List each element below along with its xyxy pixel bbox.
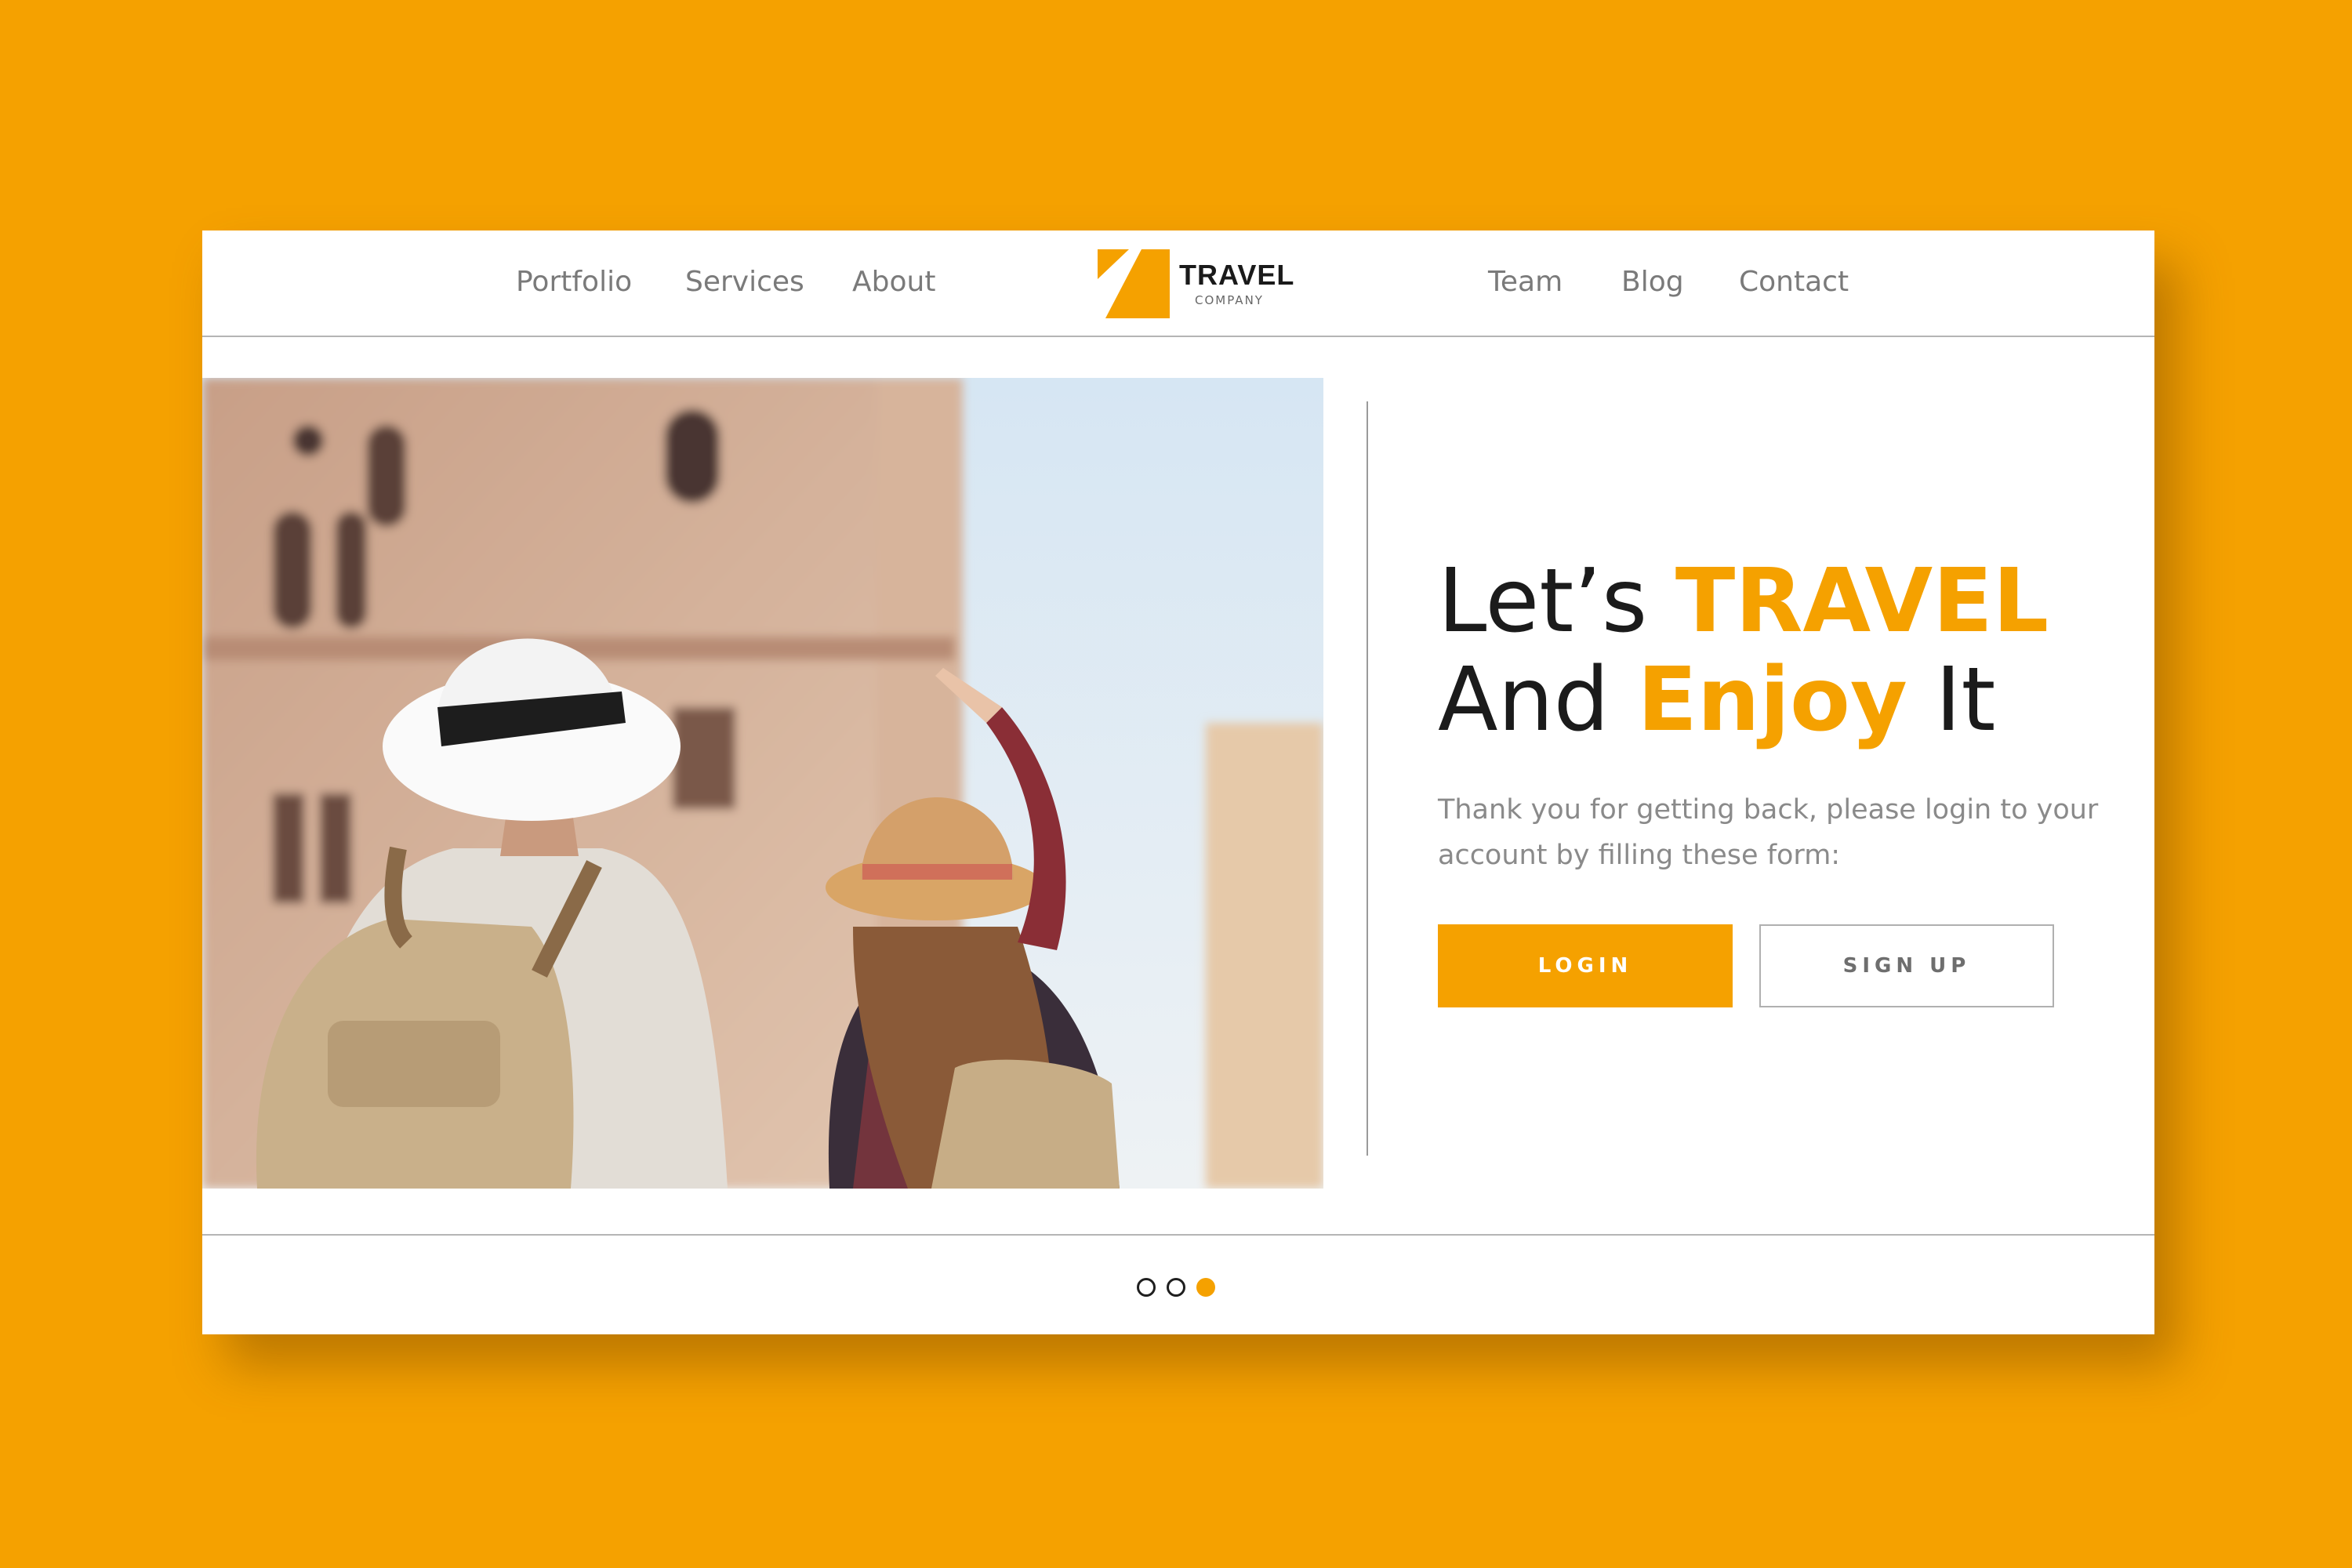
nav-item-team[interactable]: Team bbox=[1488, 265, 1563, 299]
footer-divider bbox=[202, 1234, 2154, 1236]
headline-word-it: It bbox=[1935, 649, 1996, 751]
pagination-dot-3-active[interactable] bbox=[1196, 1278, 1215, 1297]
vertical-divider bbox=[1367, 401, 1368, 1156]
headline-word-enjoy: Enjoy bbox=[1637, 649, 1907, 751]
headline-word-lets: Let’s bbox=[1438, 550, 1648, 652]
pagination-dot-1[interactable] bbox=[1137, 1278, 1156, 1297]
nav-item-blog[interactable]: Blog bbox=[1621, 265, 1684, 299]
logo-title: TRAVEL bbox=[1179, 259, 1295, 291]
nav-item-contact[interactable]: Contact bbox=[1739, 265, 1849, 299]
travel-company-logo[interactable]: TRAVEL COMPANY bbox=[1098, 249, 1301, 320]
nav-item-portfolio[interactable]: Portfolio bbox=[516, 265, 632, 299]
nav-item-about[interactable]: About bbox=[852, 265, 935, 299]
pagination-dot-2[interactable] bbox=[1167, 1278, 1185, 1297]
logo-mark-icon bbox=[1098, 249, 1170, 318]
nav-item-services[interactable]: Services bbox=[685, 265, 804, 299]
landing-page-card: Portfolio Services About TRAVEL COMPANY … bbox=[202, 230, 2154, 1334]
logo-subtitle: COMPANY bbox=[1195, 293, 1264, 307]
headline-word-and: And bbox=[1438, 649, 1610, 751]
login-button[interactable]: LOGIN bbox=[1438, 924, 1733, 1007]
hero-subtext: Thank you for getting back, please login… bbox=[1438, 794, 2099, 871]
hero-photo bbox=[202, 378, 1323, 1189]
top-navigation: Portfolio Services About TRAVEL COMPANY … bbox=[202, 230, 2154, 337]
headline-word-travel: TRAVEL bbox=[1675, 550, 2049, 652]
hero-headline: Let’s TRAVEL And Enjoy It bbox=[1438, 552, 2143, 750]
travelers-photo-illustration bbox=[202, 378, 1323, 1189]
sign-up-button[interactable]: SIGN UP bbox=[1759, 924, 2054, 1007]
carousel-pagination bbox=[1137, 1278, 1231, 1300]
